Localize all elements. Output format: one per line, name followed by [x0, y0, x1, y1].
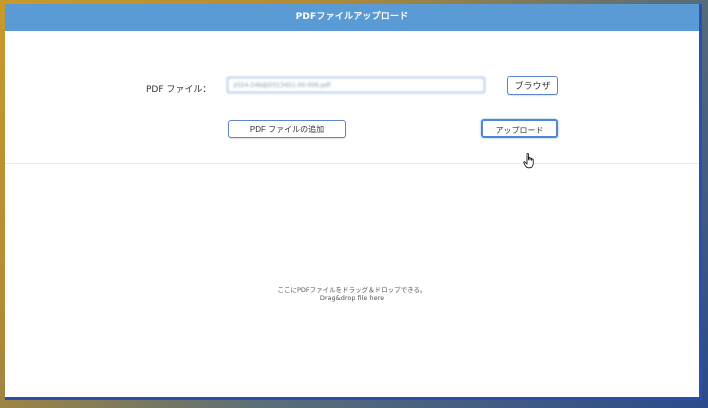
upload-button[interactable]: アップロード [481, 119, 558, 138]
upload-form: PDF ファイル： ブラウザ PDF ファイルの追加 アップロード [5, 31, 699, 169]
add-pdf-file-button[interactable]: PDF ファイルの追加 [228, 120, 346, 138]
pdf-file-label: PDF ファイル： [146, 85, 212, 95]
upload-window: PDFファイルアップロード PDF ファイル： ブラウザ PDF ファイルの追加… [5, 4, 702, 400]
pdf-file-input[interactable] [227, 77, 485, 93]
drop-zone-text-en: Drag&drop file here [319, 294, 385, 302]
window-title: PDFファイルアップロード [5, 4, 699, 31]
browse-button[interactable]: ブラウザ [507, 76, 558, 95]
drop-zone[interactable]: ここにPDFファイルをドラッグ＆ドロップできる。 Drag&drop file … [5, 164, 699, 397]
drop-zone-text-jp: ここにPDFファイルをドラッグ＆ドロップできる。 [277, 286, 427, 294]
